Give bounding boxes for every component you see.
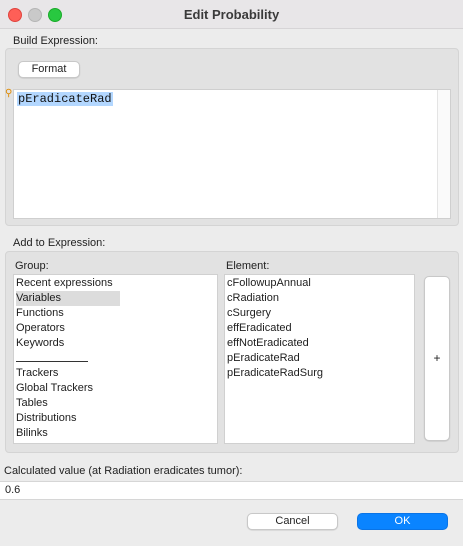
- caret-marker-icon: ⚲: [5, 88, 13, 99]
- format-button[interactable]: Format: [18, 61, 80, 78]
- group-separator: [16, 361, 88, 362]
- group-item-functions[interactable]: Functions: [16, 306, 64, 321]
- window-title: Edit Probability: [183, 7, 280, 22]
- group-list[interactable]: Recent expressions Variables Functions O…: [13, 274, 218, 444]
- group-item-trackers[interactable]: Trackers: [16, 366, 58, 381]
- expression-text[interactable]: pEradicateRad: [17, 92, 113, 106]
- element-item-csurgery[interactable]: cSurgery: [227, 306, 271, 321]
- cancel-button[interactable]: Cancel: [247, 513, 338, 530]
- group-label: Group:: [15, 260, 49, 272]
- calculated-value-label: Calculated value (at Radiation eradicate…: [4, 465, 243, 477]
- group-item-bilinks[interactable]: Bilinks: [16, 426, 48, 441]
- element-label: Element:: [226, 260, 270, 272]
- element-item-peradicateradsurg[interactable]: pEradicateRadSurg: [227, 366, 323, 381]
- add-to-expression-label: Add to Expression:: [13, 237, 106, 249]
- ok-button[interactable]: OK: [357, 513, 448, 530]
- element-item-peradicaterad[interactable]: pEradicateRad: [227, 351, 300, 366]
- element-list[interactable]: cFollowupAnnual cRadiation cSurgery effE…: [224, 274, 415, 444]
- insert-button[interactable]: +: [424, 276, 450, 441]
- element-item-effnoteradicated[interactable]: effNotEradicated: [227, 336, 309, 351]
- group-item-distributions[interactable]: Distributions: [16, 411, 77, 426]
- element-item-efferadicated[interactable]: effEradicated: [227, 321, 292, 336]
- group-item-variables[interactable]: Variables: [16, 291, 120, 306]
- group-item-keywords[interactable]: Keywords: [16, 336, 64, 351]
- element-item-cradiation[interactable]: cRadiation: [227, 291, 279, 306]
- calculated-value-text: 0.6: [5, 484, 21, 496]
- group-item-global-trackers[interactable]: Global Trackers: [16, 381, 93, 396]
- group-item-operators[interactable]: Operators: [16, 321, 65, 336]
- group-item-recent-expressions[interactable]: Recent expressions: [16, 276, 113, 291]
- group-item-tables[interactable]: Tables: [16, 396, 48, 411]
- calculated-value-field: 0.6: [0, 481, 463, 500]
- expression-editor[interactable]: pEradicateRad: [13, 89, 451, 219]
- element-item-cfollowupannual[interactable]: cFollowupAnnual: [227, 276, 311, 291]
- title-bar: Edit Probability: [0, 0, 463, 29]
- build-expression-label: Build Expression:: [13, 35, 98, 47]
- editor-scrollbar[interactable]: [437, 90, 450, 218]
